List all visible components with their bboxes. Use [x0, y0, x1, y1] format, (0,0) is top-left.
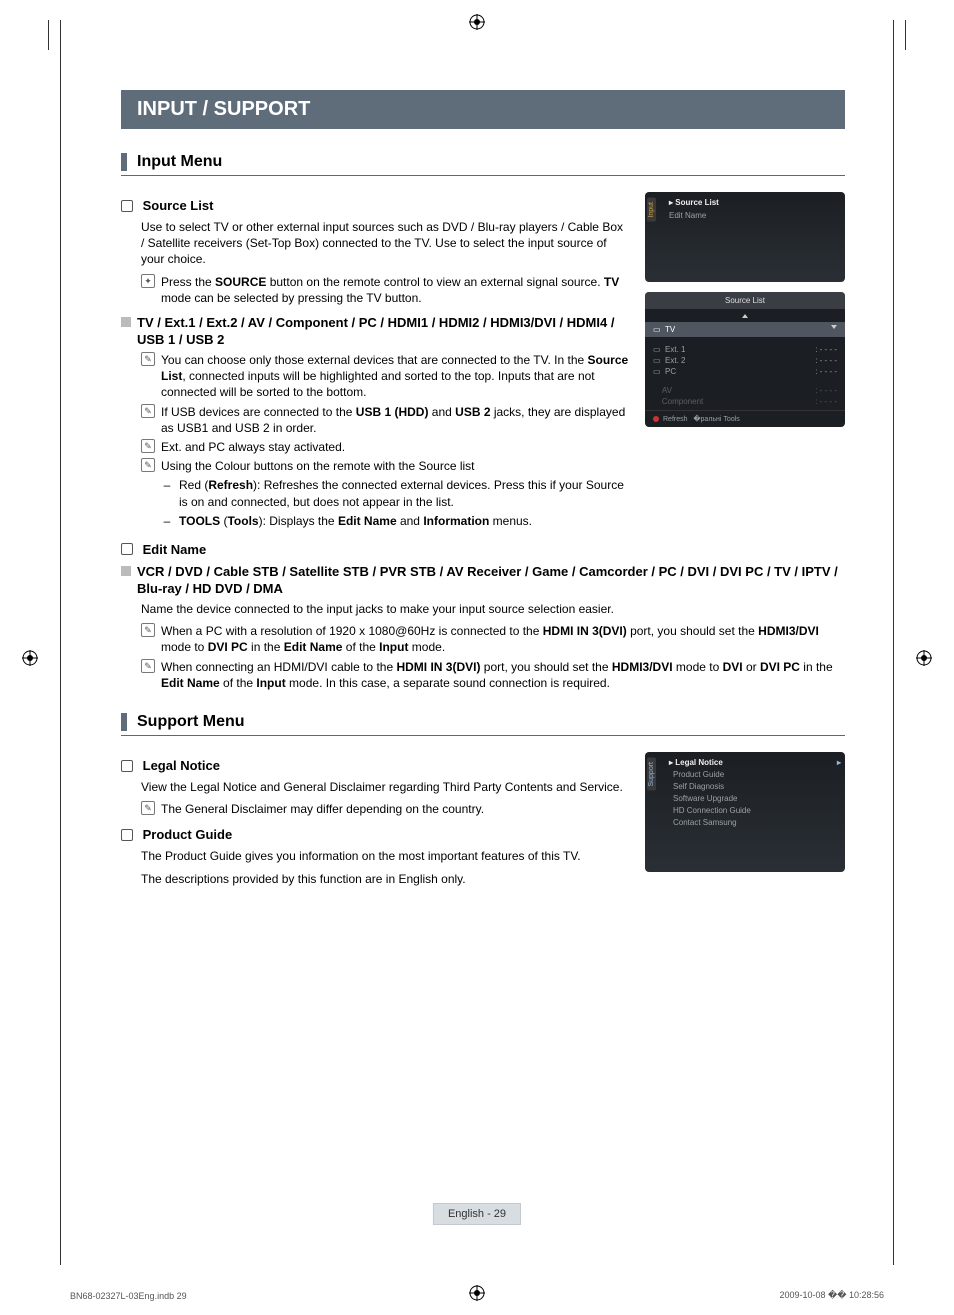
- print-filename: BN68-02327L-03Eng.indb 29: [70, 1291, 187, 1301]
- note-icon: ✎: [141, 623, 155, 637]
- note-icon: ✎: [141, 458, 155, 472]
- osd-sl-selected: ▭ TV: [645, 322, 845, 337]
- inputs-heading: TV / Ext.1 / Ext.2 / AV / Component / PC…: [137, 314, 629, 349]
- edit-name-desc: Name the device connected to the input j…: [141, 601, 845, 617]
- source-note-1: Press the SOURCE button on the remote co…: [161, 274, 629, 306]
- source-list-desc: Use to select TV or other external input…: [141, 219, 629, 268]
- arrow-up-icon: [742, 314, 748, 318]
- osd-sl-footer: Refresh �ральні Tools: [645, 410, 845, 427]
- section-rule: [121, 175, 845, 176]
- osd-input-title: ▸ Source List: [669, 198, 841, 207]
- box-icon: [121, 760, 133, 772]
- print-timestamp: 2009-10-08 �� 10:28:56: [779, 1290, 884, 1301]
- note-icon: ✎: [141, 352, 155, 366]
- osd-support-item: Software Upgrade: [669, 794, 841, 803]
- product-guide-l2: The descriptions provided by this functi…: [141, 871, 629, 887]
- osd-support-item: Self Diagnosis: [669, 782, 841, 791]
- osd-support-tab: Support: [647, 758, 656, 791]
- edit-name-note-2: When connecting an HDMI/DVI cable to the…: [161, 659, 845, 691]
- osd-sl-row-dim: Component: - - - -: [653, 397, 837, 406]
- legal-note: The General Disclaimer may differ depend…: [161, 801, 484, 817]
- note-icon: ✎: [141, 404, 155, 418]
- reg-target-left-icon: [22, 650, 38, 666]
- square-bullet-icon: [121, 566, 131, 576]
- arrow-down-icon: [831, 325, 837, 329]
- section-rule: [121, 735, 845, 736]
- osd-input-editname: Edit Name: [669, 211, 841, 220]
- square-bullet-icon: [121, 317, 131, 327]
- note-icon: ✎: [141, 801, 155, 815]
- section-support-menu: Support Menu: [121, 713, 845, 731]
- red-dot-icon: [653, 416, 659, 422]
- box-icon: [121, 829, 133, 841]
- osd-support-item: Product Guide: [669, 770, 841, 779]
- osd-sl-header: Source List: [645, 292, 845, 309]
- osd-sl-row: ▭ Ext. 2: - - - -: [653, 356, 837, 365]
- box-icon: [121, 543, 133, 555]
- note-icon: ✎: [141, 439, 155, 453]
- inputs-note-4: Using the Colour buttons on the remote w…: [161, 458, 475, 474]
- osd-sl-row-dim: AV: - - - -: [653, 386, 837, 395]
- subheading-product-guide: Product Guide: [121, 827, 629, 842]
- subheading-legal-notice: Legal Notice: [121, 758, 629, 773]
- edit-name-devices: VCR / DVD / Cable STB / Satellite STB / …: [137, 563, 845, 598]
- legal-desc: View the Legal Notice and General Discla…: [141, 779, 629, 795]
- inputs-note-3: Ext. and PC always stay activated.: [161, 439, 345, 455]
- osd-support-menu: Support ▸ Legal Notice ▸ Product Guide S…: [645, 752, 845, 872]
- inputs-note-1: You can choose only those external devic…: [161, 352, 629, 401]
- dash-icon: –: [161, 513, 173, 529]
- inputs-note-2: If USB devices are connected to the USB …: [161, 404, 629, 436]
- osd-input-menu: Input ▸ Source List Edit Name: [645, 192, 845, 282]
- note-icon: ✎: [141, 659, 155, 673]
- reg-target-right-icon: [916, 650, 932, 666]
- osd-support-title: ▸ Legal Notice ▸: [669, 758, 841, 767]
- product-guide-l1: The Product Guide gives you information …: [141, 848, 629, 864]
- osd-input-tab: Input: [647, 198, 656, 222]
- page: INPUT / SUPPORT Input Menu Source List U…: [60, 20, 894, 1265]
- section-input-menu: Input Menu: [121, 153, 845, 171]
- inputs-note-4b: TOOLS (Tools): Displays the Edit Name an…: [179, 513, 532, 529]
- dash-icon: –: [161, 477, 173, 509]
- subheading-edit-name: Edit Name: [121, 542, 845, 557]
- osd-source-list: Source List ▭ TV ▭ Ext. 1: - - - - ▭ Ext…: [645, 292, 845, 427]
- remote-icon: ✦: [141, 274, 155, 288]
- osd-sl-row: ▭ Ext. 1: - - - -: [653, 345, 837, 354]
- osd-support-item: HD Connection Guide: [669, 806, 841, 815]
- box-icon: [121, 200, 133, 212]
- osd-sl-row: ▭ PC: - - - -: [653, 367, 837, 376]
- inputs-note-4a: Red (Refresh): Refreshes the connected e…: [179, 477, 629, 509]
- subheading-source-list: Source List: [121, 198, 629, 213]
- reg-target-bottom-icon: [469, 1285, 485, 1301]
- edit-name-note-1: When a PC with a resolution of 1920 x 10…: [161, 623, 845, 655]
- page-number: English - 29: [433, 1203, 521, 1225]
- osd-support-item: Contact Samsung: [669, 818, 841, 827]
- chapter-title: INPUT / SUPPORT: [121, 90, 845, 129]
